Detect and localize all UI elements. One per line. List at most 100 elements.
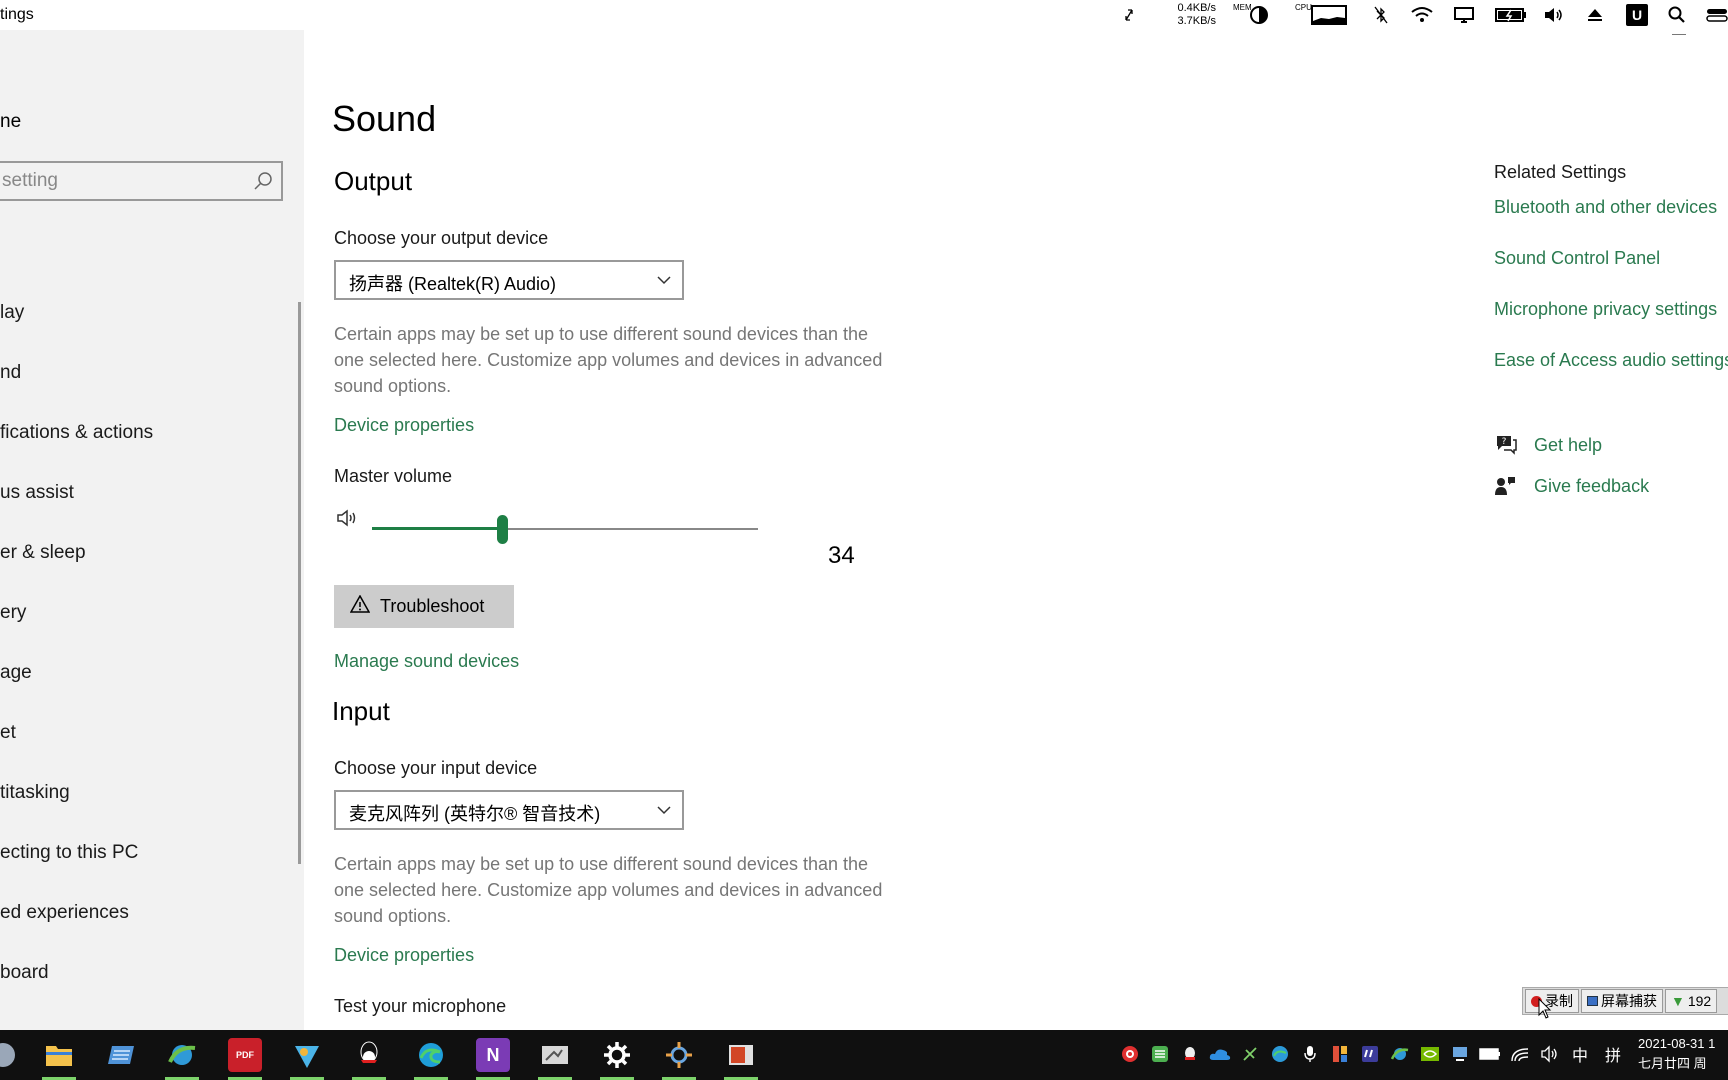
capture-label: 屏幕捕获 xyxy=(1601,993,1657,1009)
sidebar: ne lay nd fications & actions us assist … xyxy=(0,30,304,1030)
sidebar-scrollbar[interactable] xyxy=(298,302,301,864)
ip-dropdown[interactable]: ▼ 192 xyxy=(1665,989,1718,1013)
warning-icon xyxy=(349,594,371,618)
monitor-icon[interactable] xyxy=(1452,4,1476,26)
edge-tray-icon[interactable] xyxy=(1269,1043,1291,1065)
monitor-icon xyxy=(1587,996,1598,1006)
ie-tray-icon[interactable] xyxy=(1389,1043,1411,1065)
clock-lunar-date: 七月廿四 周 xyxy=(1638,1056,1707,1071)
battery-icon[interactable] xyxy=(1494,4,1528,26)
clock-date: 2021-08-31 1 xyxy=(1638,1036,1716,1051)
output-device-properties-link[interactable]: Device properties xyxy=(334,415,474,436)
sidebar-item-multitasking[interactable]: titasking xyxy=(0,782,70,804)
search-icon[interactable] xyxy=(253,171,273,191)
bluetooth-devices-link[interactable]: Bluetooth and other devices xyxy=(1494,197,1717,218)
colorful-app-icon[interactable] xyxy=(1329,1043,1351,1065)
get-help-link[interactable]: Get help xyxy=(1534,435,1602,456)
photos-icon[interactable] xyxy=(290,1038,324,1072)
input-device-dropdown[interactable]: 麦克风阵列 (英特尔® 智音技术) xyxy=(334,790,684,830)
master-volume-slider[interactable] xyxy=(372,515,762,545)
sidebar-item-tablet[interactable]: et xyxy=(0,722,16,744)
snipping-icon[interactable] xyxy=(538,1038,572,1072)
display-tray-icon[interactable] xyxy=(1449,1043,1471,1065)
network-tool-icon[interactable] xyxy=(1239,1043,1261,1065)
u-app-icon[interactable]: U xyxy=(1626,4,1648,26)
pie-chart-icon[interactable] xyxy=(1248,4,1270,26)
sound-control-panel-link[interactable]: Sound Control Panel xyxy=(1494,248,1660,269)
sidebar-item-notifications[interactable]: fications & actions xyxy=(0,422,153,444)
input-device-properties-link[interactable]: Device properties xyxy=(334,945,474,966)
triangle-down-icon: ▼ xyxy=(1671,993,1685,1009)
wifi-tray-icon[interactable] xyxy=(1509,1043,1531,1065)
net-down: 3.7KB/s xyxy=(1177,15,1216,27)
nvidia-icon[interactable] xyxy=(1419,1043,1441,1065)
no-bluetooth-icon[interactable] xyxy=(1372,4,1390,26)
ime-mode-indicator[interactable]: 拼 xyxy=(1602,1043,1624,1065)
eject-icon[interactable] xyxy=(1585,4,1605,26)
manage-sound-devices-link[interactable]: Manage sound devices xyxy=(334,651,519,672)
sidebar-item-focus-assist[interactable]: us assist xyxy=(0,482,74,504)
target-icon[interactable] xyxy=(1119,1043,1141,1065)
ie-icon[interactable] xyxy=(165,1038,199,1072)
edge-icon[interactable] xyxy=(414,1038,448,1072)
page-title: Sound xyxy=(332,98,437,139)
troubleshoot-button[interactable]: Troubleshoot xyxy=(334,585,514,628)
microphone-privacy-link[interactable]: Microphone privacy settings xyxy=(1494,299,1717,320)
refresh-arrows-icon[interactable] xyxy=(1122,4,1136,26)
record-button[interactable]: 录制 xyxy=(1525,989,1579,1013)
sidebar-item-sound[interactable]: nd xyxy=(0,362,21,384)
control-panel-icon[interactable] xyxy=(662,1038,696,1072)
cpu-graph-icon[interactable] xyxy=(1310,4,1348,26)
input-description: Certain apps may be set up to use differ… xyxy=(334,854,883,926)
output-device-label: Choose your output device xyxy=(334,228,549,248)
related-settings-title: Related Settings xyxy=(1494,162,1627,182)
input-heading: Input xyxy=(332,696,390,726)
search-icon[interactable] xyxy=(1666,4,1688,26)
wifi-icon[interactable] xyxy=(1410,4,1434,26)
onedrive-icon[interactable] xyxy=(1209,1043,1231,1065)
search-box[interactable] xyxy=(0,161,283,201)
settings-icon[interactable] xyxy=(600,1038,634,1072)
sidebar-item-battery[interactable]: ery xyxy=(0,602,26,624)
output-device-dropdown[interactable]: 扬声器 (Realtek(R) Audio) xyxy=(334,260,684,300)
search-input[interactable] xyxy=(0,163,238,199)
file-explorer-icon[interactable] xyxy=(42,1038,76,1072)
test-microphone-label: Test your microphone xyxy=(334,996,507,1016)
quote-app-icon[interactable] xyxy=(1359,1043,1381,1065)
svg-text:?: ? xyxy=(1502,437,1507,447)
toggle-icon[interactable] xyxy=(1706,4,1728,26)
sidebar-item-storage[interactable]: age xyxy=(0,662,32,684)
speaker-icon[interactable] xyxy=(336,506,360,530)
mouse-cursor-icon xyxy=(1538,997,1552,1020)
sidebar-home[interactable]: ne xyxy=(0,111,21,133)
pdf-app-icon[interactable]: PDF xyxy=(228,1038,262,1072)
screen-capture-button[interactable]: 屏幕捕获 xyxy=(1581,989,1663,1013)
sidebar-item-power-sleep[interactable]: er & sleep xyxy=(0,542,86,564)
sidebar-item-display[interactable]: lay xyxy=(0,302,24,324)
ease-of-access-audio-link[interactable]: Ease of Access audio settings xyxy=(1494,350,1728,371)
slider-thumb[interactable] xyxy=(497,515,508,544)
net-up: 0.4KB/s xyxy=(1177,2,1216,14)
window-title: tings xyxy=(0,6,34,23)
qq-tray-icon[interactable] xyxy=(1179,1043,1201,1065)
qq-icon[interactable] xyxy=(352,1038,386,1072)
microphone-icon[interactable] xyxy=(1299,1043,1321,1065)
sidebar-item-clipboard[interactable]: board xyxy=(0,962,49,984)
start-icon[interactable] xyxy=(0,1038,20,1072)
get-help-icon: ? xyxy=(1494,434,1518,458)
onenote-icon[interactable]: N xyxy=(476,1038,510,1072)
sidebar-item-projecting[interactable]: ecting to this PC xyxy=(0,842,138,864)
chevron-down-icon xyxy=(656,272,672,288)
ime-indicator[interactable]: 中 xyxy=(1569,1043,1591,1065)
green-app-icon[interactable] xyxy=(1149,1043,1171,1065)
powerpoint-icon[interactable] xyxy=(724,1038,758,1072)
sidebar-item-shared-experiences[interactable]: ed experiences xyxy=(0,902,129,924)
notepad-icon[interactable] xyxy=(104,1038,138,1072)
battery-tray-icon[interactable] xyxy=(1479,1043,1501,1065)
volume-value: 34 xyxy=(828,542,855,569)
give-feedback-link[interactable]: Give feedback xyxy=(1534,476,1649,497)
ip-label: 192 xyxy=(1687,993,1712,1009)
volume-tray-icon[interactable] xyxy=(1539,1043,1561,1065)
speaker-icon[interactable] xyxy=(1542,4,1566,26)
clock[interactable]: 2021-08-31 1 七月廿四 周 xyxy=(1638,1034,1715,1074)
